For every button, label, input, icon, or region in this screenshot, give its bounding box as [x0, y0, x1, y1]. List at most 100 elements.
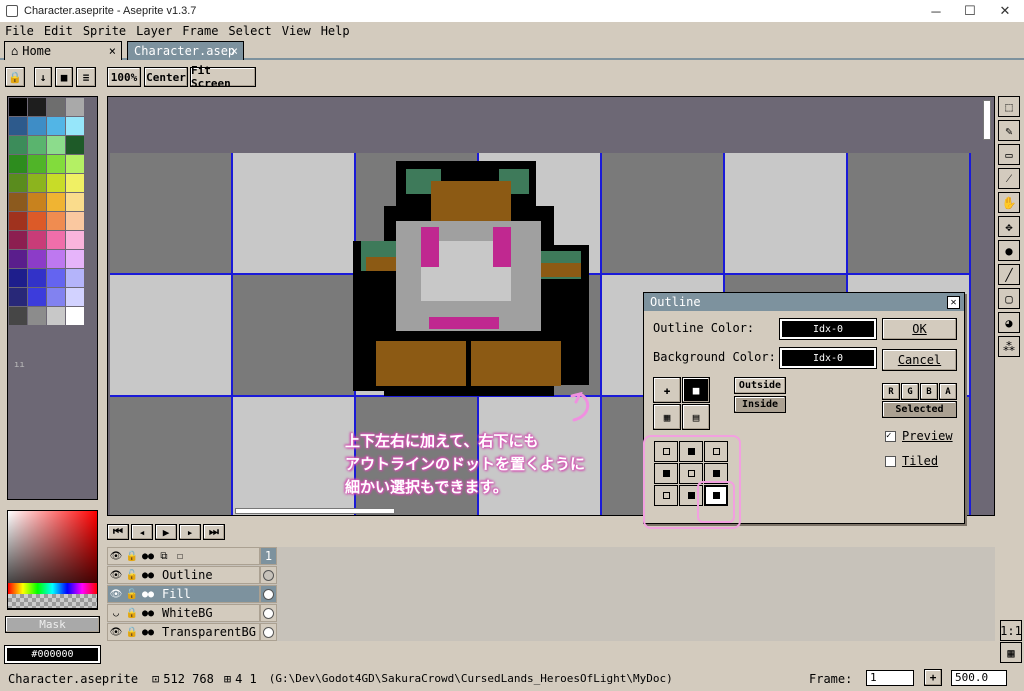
- eraser-tool-icon[interactable]: ▭: [998, 144, 1020, 165]
- palette-swatch[interactable]: [47, 136, 65, 154]
- layer-row-transparentbg[interactable]: 👁 🔒 ●● TransparentBG: [107, 623, 260, 641]
- outline-color-button[interactable]: Idx-0: [779, 318, 877, 340]
- palette-swatch[interactable]: [66, 117, 84, 135]
- play-icon[interactable]: ▶: [155, 524, 177, 540]
- palette-resize-icon[interactable]: ıı: [14, 360, 25, 370]
- palette-swatch[interactable]: [66, 193, 84, 211]
- horizontal-shape-icon[interactable]: ▦: [653, 404, 681, 430]
- palette-swatch[interactable]: [66, 136, 84, 154]
- lock-icon[interactable]: 🔓: [124, 589, 140, 600]
- zoom-input[interactable]: 500.0: [951, 670, 1007, 686]
- timeline-toggle-icon[interactable]: ▦: [1000, 642, 1022, 663]
- spray-tool-icon[interactable]: ⁂: [998, 336, 1020, 357]
- menu-file[interactable]: File: [5, 24, 34, 38]
- palette-swatch[interactable]: [28, 250, 46, 268]
- circle-shape-icon[interactable]: ✚: [653, 377, 681, 403]
- minimize-button[interactable]: ─: [919, 0, 953, 22]
- tab-home-close-icon[interactable]: ×: [109, 44, 116, 58]
- palette-swatch[interactable]: [47, 231, 65, 249]
- palette-swatch[interactable]: [9, 212, 27, 230]
- palette-swatch[interactable]: [9, 155, 27, 173]
- menu-select[interactable]: Select: [228, 24, 271, 38]
- lock-icon[interactable]: 🔓: [124, 570, 140, 581]
- foreground-color[interactable]: #000000: [4, 645, 101, 664]
- arrow-down-icon[interactable]: ↓: [34, 67, 52, 87]
- hue-slider[interactable]: [8, 583, 97, 594]
- palette-swatch[interactable]: [47, 98, 65, 116]
- marquee-tool-icon[interactable]: ⬚: [998, 96, 1020, 117]
- palette-swatch[interactable]: [66, 288, 84, 306]
- lock-icon[interactable]: 🔒: [124, 608, 140, 619]
- inside-button[interactable]: Inside: [734, 396, 786, 413]
- menu-sprite[interactable]: Sprite: [83, 24, 126, 38]
- tiled-checkbox[interactable]: Tiled: [885, 454, 938, 468]
- lock-icon[interactable]: 🔒: [5, 67, 25, 87]
- palette-swatch[interactable]: [9, 136, 27, 154]
- palette-swatch[interactable]: [47, 250, 65, 268]
- tab-home[interactable]: ⌂ Home ×: [4, 41, 122, 60]
- menu-help[interactable]: Help: [321, 24, 350, 38]
- palette-swatch[interactable]: [47, 193, 65, 211]
- palette-swatch[interactable]: [47, 269, 65, 287]
- vertical-shape-icon[interactable]: ▤: [682, 404, 710, 430]
- lock-icon[interactable]: 🔒: [124, 627, 140, 638]
- menu-layer[interactable]: Layer: [136, 24, 172, 38]
- palette-swatch[interactable]: [28, 212, 46, 230]
- palette-swatch[interactable]: [9, 231, 27, 249]
- palette-swatch[interactable]: [66, 307, 84, 325]
- continuous-icon[interactable]: ●●: [140, 608, 156, 619]
- line-tool-icon[interactable]: ╱: [998, 264, 1020, 285]
- continuous-icon[interactable]: ●●: [140, 589, 156, 600]
- lock-icon[interactable]: 🔒: [124, 551, 140, 562]
- tab-character[interactable]: Character.asep ×: [127, 41, 244, 60]
- alpha-slider[interactable]: [8, 594, 97, 608]
- cel[interactable]: [260, 566, 277, 584]
- palette-swatch[interactable]: [9, 98, 27, 116]
- palette-swatch[interactable]: [9, 269, 27, 287]
- palette-swatch[interactable]: [47, 212, 65, 230]
- palette-swatch[interactable]: [9, 117, 27, 135]
- scale-one-to-one-button[interactable]: 1:1: [1000, 620, 1022, 641]
- blur-tool-icon[interactable]: ◕: [998, 312, 1020, 333]
- mask-button[interactable]: Mask: [5, 616, 100, 633]
- color-palette[interactable]: [7, 96, 98, 500]
- visibility-icon[interactable]: 👁: [108, 589, 124, 600]
- fill-tool-icon[interactable]: ●: [998, 240, 1020, 261]
- layer-row-fill[interactable]: 👁 🔓 ●● Fill: [107, 585, 260, 603]
- visibility-icon[interactable]: 👁: [108, 570, 124, 581]
- palette-swatch[interactable]: [66, 269, 84, 287]
- palette-swatch[interactable]: [28, 136, 46, 154]
- fit-screen-button[interactable]: Fit Screen: [190, 64, 256, 90]
- palette-swatch[interactable]: [9, 307, 27, 325]
- last-frame-icon[interactable]: ⏭: [203, 524, 225, 540]
- maximize-button[interactable]: ☐: [953, 0, 987, 22]
- palette-swatch[interactable]: [66, 98, 84, 116]
- layer-icon[interactable]: ☐: [172, 551, 188, 562]
- palette-swatch[interactable]: [47, 288, 65, 306]
- horizontal-scrollbar[interactable]: [235, 508, 395, 514]
- hidden-icon[interactable]: ◡: [108, 608, 124, 619]
- palette-swatch[interactable]: [66, 174, 84, 192]
- square-shape-icon[interactable]: ■: [682, 377, 710, 403]
- visibility-icon[interactable]: 👁: [108, 627, 124, 638]
- palette-swatch[interactable]: [28, 231, 46, 249]
- palette-swatch[interactable]: [66, 250, 84, 268]
- palette-swatch[interactable]: [28, 288, 46, 306]
- menu-frame[interactable]: Frame: [182, 24, 218, 38]
- outside-button[interactable]: Outside: [734, 377, 786, 394]
- palette-swatch[interactable]: [9, 193, 27, 211]
- save-icon[interactable]: ■: [55, 67, 73, 87]
- palette-swatch[interactable]: [47, 174, 65, 192]
- palette-swatch[interactable]: [47, 155, 65, 173]
- add-frame-icon[interactable]: +: [924, 669, 942, 686]
- background-color-button[interactable]: Idx-0: [779, 347, 877, 369]
- palette-swatch[interactable]: [9, 288, 27, 306]
- menu-view[interactable]: View: [282, 24, 311, 38]
- continuous-icon[interactable]: ●●: [140, 627, 156, 638]
- channel-a-button[interactable]: A: [939, 383, 957, 400]
- first-frame-icon[interactable]: ⏮: [107, 524, 129, 540]
- palette-swatch[interactable]: [9, 174, 27, 192]
- vertical-scrollbar[interactable]: [983, 100, 991, 140]
- zoom-100-button[interactable]: 100%: [107, 67, 141, 87]
- cel[interactable]: [260, 604, 277, 622]
